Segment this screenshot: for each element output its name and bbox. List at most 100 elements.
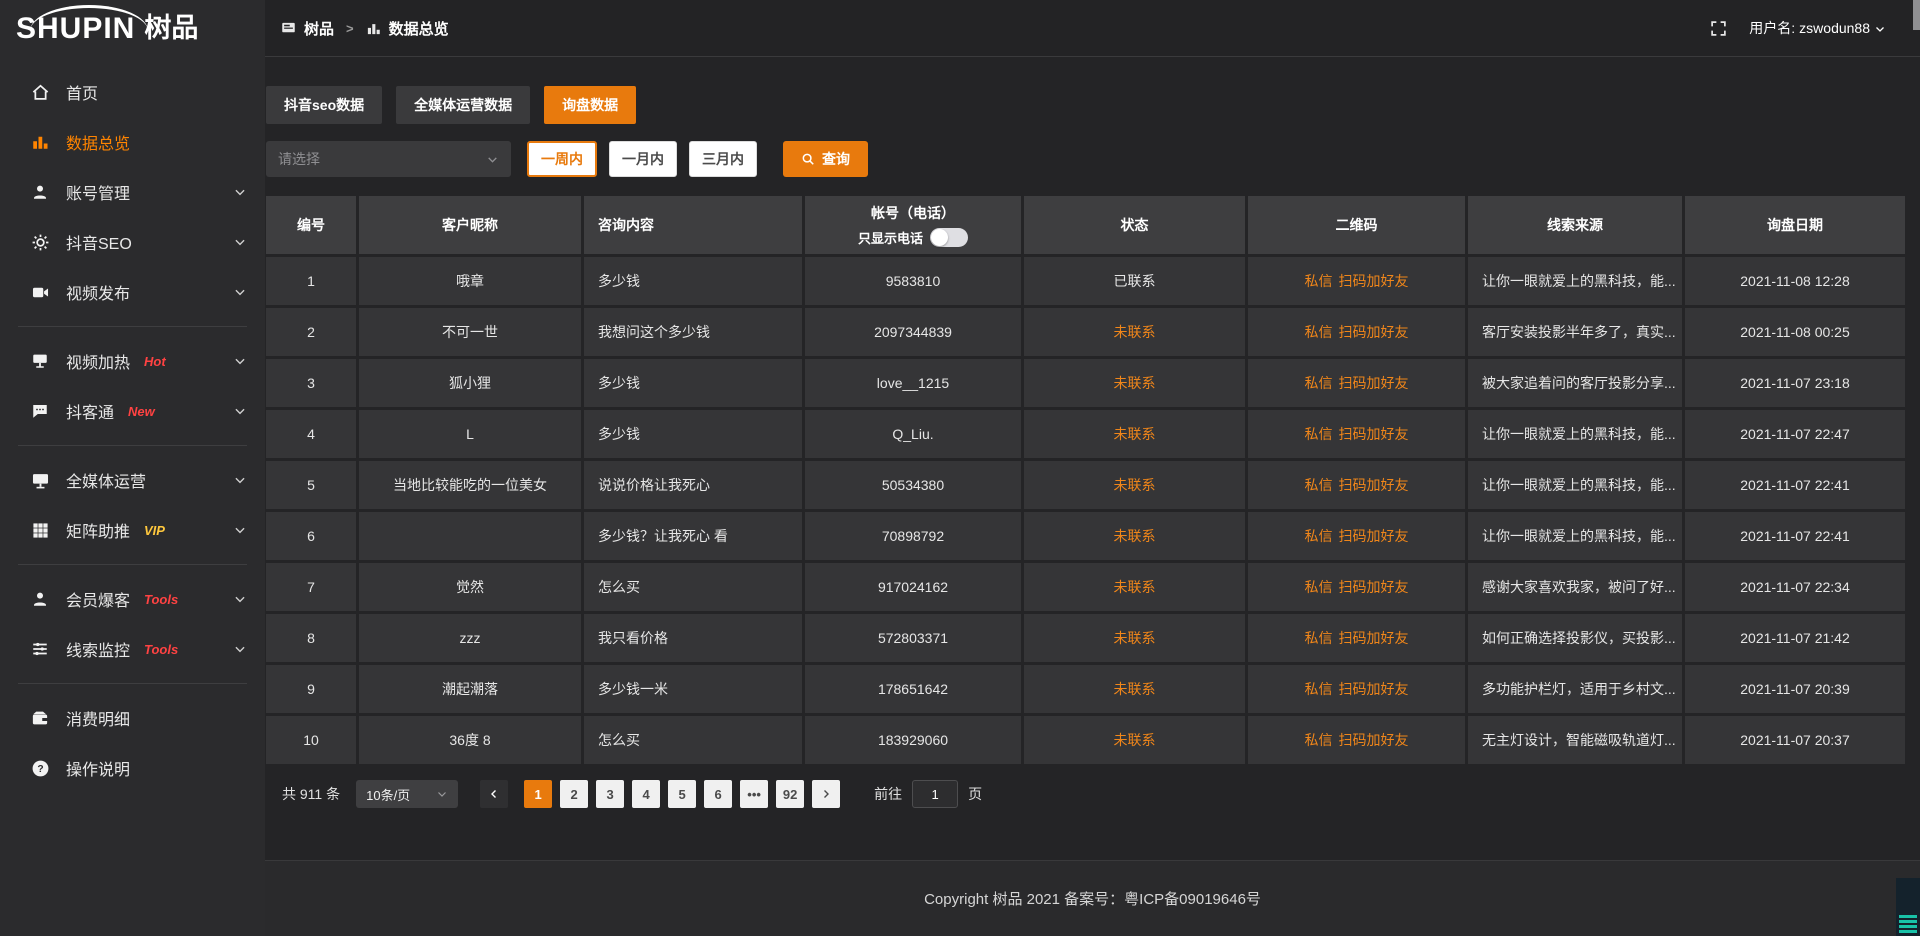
pagination: 共 911 条 10条/页 1 2 3 4 5 6 ••• 92 [266,780,1905,808]
fullscreen-icon[interactable] [1710,20,1727,37]
cell-lead-source[interactable]: 让你一眼就爱上的黑科技，能... [1468,410,1682,458]
private-message-link[interactable]: 私信 [1305,373,1333,393]
scan-add-friend-link[interactable]: 扫码加好友 [1339,373,1409,393]
breadcrumb-root[interactable]: 树品 [304,18,334,39]
scan-add-friend-link[interactable]: 扫码加好友 [1339,475,1409,495]
cell-inquiry-date: 2021-11-08 12:28 [1685,257,1905,305]
prev-page-button[interactable] [480,780,508,808]
user-icon [30,182,50,202]
goto-page-input[interactable] [912,780,958,808]
scrollbar-thumb[interactable] [1913,0,1920,30]
private-message-link[interactable]: 私信 [1305,679,1333,699]
copyright-text: Copyright 树品 2021 备案号：粤ICP备09019646号 [924,888,1261,909]
sidebar-item-matrix-boost[interactable]: 矩阵助推 VIP [0,505,265,555]
private-message-link[interactable]: 私信 [1305,628,1333,648]
scan-add-friend-link[interactable]: 扫码加好友 [1339,271,1409,291]
phone-only-toggle[interactable] [930,228,968,247]
page-button-92[interactable]: 92 [776,780,804,808]
filter-bar: 请选择 一周内 一月内 三月内 查询 [266,141,1905,177]
cell-lead-source[interactable]: 让你一眼就爱上的黑科技，能... [1468,461,1682,509]
sidebar-item-label: 会员爆客 [66,587,130,611]
sidebar-item-douyin-seo[interactable]: 抖音SEO [0,217,265,267]
scan-add-friend-link[interactable]: 扫码加好友 [1339,577,1409,597]
private-message-link[interactable]: 私信 [1305,271,1333,291]
sidebar-item-video-heating[interactable]: 视频加热 Hot [0,336,265,386]
status-cell: 未联系 [1024,410,1245,458]
goto-suffix: 页 [968,784,982,804]
range-week-button[interactable]: 一周内 [527,141,597,177]
private-message-link[interactable]: 私信 [1305,475,1333,495]
range-quarter-button[interactable]: 三月内 [689,141,757,177]
status-cell: 未联系 [1024,563,1245,611]
scan-add-friend-link[interactable]: 扫码加好友 [1339,628,1409,648]
screen-icon [281,21,296,36]
private-message-link[interactable]: 私信 [1305,577,1333,597]
next-page-button[interactable] [812,780,840,808]
tab-douyin-seo-data[interactable]: 抖音seo数据 [266,86,382,124]
sidebar-item-doukketong[interactable]: 抖客通 New [0,386,265,436]
sidebar-item-member-burst[interactable]: 会员爆客 Tools [0,574,265,624]
user-menu[interactable]: 用户名: zswodun88 [1749,18,1886,38]
sidebar-item-video-publish[interactable]: 视频发布 [0,267,265,317]
more-pages-button[interactable]: ••• [740,780,768,808]
page-button-3[interactable]: 3 [596,780,624,808]
cell-lead-source[interactable]: 如何正确选择投影仪，买投影... [1468,614,1682,662]
sidebar-item-label: 视频加热 [66,349,130,373]
filter-select[interactable]: 请选择 [266,141,511,177]
sidebar-item-data-overview[interactable]: 数据总览 [0,117,265,167]
scan-add-friend-link[interactable]: 扫码加好友 [1339,526,1409,546]
private-message-link[interactable]: 私信 [1305,322,1333,342]
cell-lead-source[interactable]: 让你一眼就爱上的黑科技，能... [1468,257,1682,305]
cell-lead-source[interactable]: 让你一眼就爱上的黑科技，能... [1468,512,1682,560]
chevron-down-icon [486,153,499,166]
sidebar-item-label: 数据总览 [66,130,130,154]
sidebar-item-instructions[interactable]: ? 操作说明 [0,743,265,793]
wallet-icon [30,708,50,728]
cell-nickname: 觉然 [359,563,581,611]
cell-lead-source[interactable]: 感谢大家喜欢我家，被问了好... [1468,563,1682,611]
scan-add-friend-link[interactable]: 扫码加好友 [1339,730,1409,750]
cell-account: love__1215 [805,359,1021,407]
cell-id: 8 [266,614,356,662]
cell-lead-source[interactable]: 被大家追着问的客厅投影分享... [1468,359,1682,407]
sidebar-item-omnimedia-operation[interactable]: 全媒体运营 [0,455,265,505]
cell-nickname: 不可一世 [359,308,581,356]
tab-omnimedia-data[interactable]: 全媒体运营数据 [396,86,530,124]
search-button[interactable]: 查询 [783,141,868,177]
private-message-link[interactable]: 私信 [1305,424,1333,444]
page-button-6[interactable]: 6 [704,780,732,808]
cell-content: 多少钱？让我死心 看 [584,512,802,560]
sidebar-item-account-management[interactable]: 账号管理 [0,167,265,217]
page-button-2[interactable]: 2 [560,780,588,808]
cell-lead-source[interactable]: 客厅安装投影半年多了，真实... [1468,308,1682,356]
sidebar-item-spending-details[interactable]: 消费明细 [0,693,265,743]
cell-qrcode: 私信 扫码加好友 [1248,359,1465,407]
tab-inquiry-data[interactable]: 询盘数据 [544,86,636,124]
scan-add-friend-link[interactable]: 扫码加好友 [1339,679,1409,699]
cell-account: 183929060 [805,716,1021,764]
scan-add-friend-link[interactable]: 扫码加好友 [1339,424,1409,444]
page-size-select[interactable]: 10条/页 [356,780,458,808]
page-size-value: 10条/页 [366,785,410,804]
cell-lead-source[interactable]: 多功能护栏灯，适用于乡村文... [1468,665,1682,713]
cell-id: 4 [266,410,356,458]
sidebar-item-home[interactable]: 首页 [0,67,265,117]
cell-account: 572803371 [805,614,1021,662]
page-button-4[interactable]: 4 [632,780,660,808]
sidebar-item-label: 账号管理 [66,180,130,204]
cell-lead-source[interactable]: 无主灯设计，智能磁吸轨道灯... [1468,716,1682,764]
private-message-link[interactable]: 私信 [1305,526,1333,546]
sidebar-item-lead-monitoring[interactable]: 线索监控 Tools [0,624,265,674]
chevron-down-icon [233,642,247,656]
private-message-link[interactable]: 私信 [1305,730,1333,750]
chevron-down-icon [1874,23,1886,35]
page-button-5[interactable]: 5 [668,780,696,808]
cell-inquiry-date: 2021-11-07 22:41 [1685,512,1905,560]
column-header-status: 状态 [1024,196,1245,254]
scan-add-friend-link[interactable]: 扫码加好友 [1339,322,1409,342]
page-button-1[interactable]: 1 [524,780,552,808]
range-month-button[interactable]: 一月内 [609,141,677,177]
chevron-down-icon [233,404,247,418]
browser-extension-widget [1896,878,1920,936]
cell-inquiry-date: 2021-11-07 22:41 [1685,461,1905,509]
